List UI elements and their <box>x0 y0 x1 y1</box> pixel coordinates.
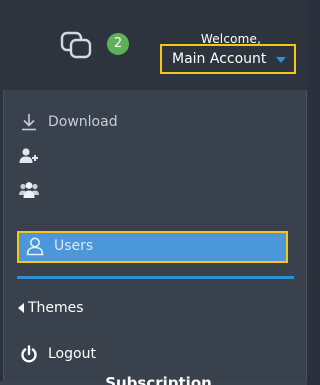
user-group-icon <box>18 180 40 200</box>
account-dropdown[interactable]: Main Account <box>160 44 296 74</box>
menu-item-groups[interactable] <box>18 180 48 200</box>
subscription-label: Subscription <box>105 374 212 385</box>
menu-item-themes[interactable]: Themes <box>18 300 84 316</box>
menu-item-users-label: Users <box>54 238 94 254</box>
power-icon <box>18 344 40 364</box>
caret-left-icon <box>18 303 24 313</box>
menu-item-logout[interactable]: Logout <box>18 344 96 364</box>
user-icon <box>24 236 46 256</box>
account-label: Main Account <box>172 51 267 67</box>
menu-item-download[interactable]: Download <box>18 112 118 132</box>
menu-divider <box>17 276 294 279</box>
menu-item-users[interactable]: Users <box>24 236 93 256</box>
chat-badge[interactable]: 2 <box>107 33 129 55</box>
chat-bubbles-icon[interactable] <box>60 30 94 60</box>
subscription-heading: Subscription <box>0 373 307 385</box>
menu-item-themes-label: Themes <box>28 300 84 316</box>
download-icon <box>18 112 40 132</box>
menu-item-download-label: Download <box>48 114 118 130</box>
add-user-icon <box>18 146 40 166</box>
account-menu: Download Users Themes Logout <box>3 90 307 385</box>
menu-item-add-user[interactable] <box>18 146 48 166</box>
caret-down-icon <box>276 57 286 63</box>
menu-item-logout-label: Logout <box>48 346 96 362</box>
top-bar: 2 Welcome, Main Account <box>0 0 307 90</box>
